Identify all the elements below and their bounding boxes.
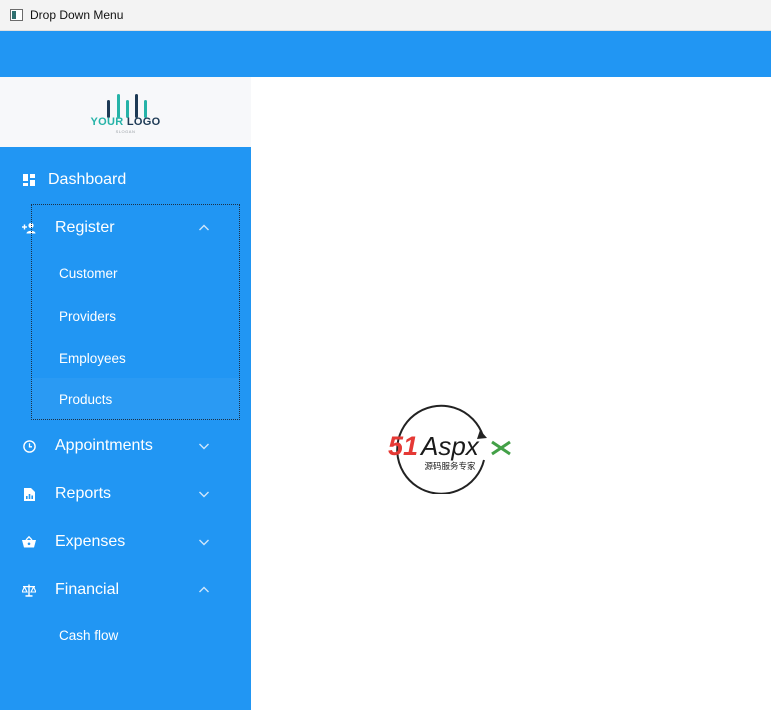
balance-icon [22, 583, 36, 597]
watermark-logo: 51 Aspx 源码服务专家 [388, 404, 511, 494]
basket-icon [22, 535, 36, 549]
logo-word-logo: LOGO [126, 116, 161, 128]
chevron-down-icon [199, 443, 209, 450]
sub-item-customer[interactable]: Customer [31, 252, 240, 294]
watermark-brand-text: Aspx [419, 431, 480, 461]
sub-item-employees[interactable]: Employees [31, 337, 240, 379]
chevron-down-icon [199, 491, 209, 498]
sidebar-item-financial[interactable]: Financial [0, 566, 251, 614]
sidebar-item-expenses[interactable]: Expenses [0, 518, 251, 566]
dashboard-icon [22, 173, 36, 187]
logo-text: YOUR LOGO [0, 116, 251, 128]
sub-item-products[interactable]: Products [31, 378, 240, 420]
sidebar-item-appointments[interactable]: Appointments [0, 422, 251, 470]
sub-item-label: Customer [59, 265, 118, 281]
chevron-up-icon [199, 586, 209, 593]
clock-icon [22, 439, 36, 453]
main-content: 51 Aspx 源码服务专家 [251, 77, 771, 710]
chevron-up-icon [199, 224, 209, 231]
sub-item-label: Providers [59, 308, 117, 324]
sub-item-providers[interactable]: Providers [31, 295, 240, 337]
sidebar: YOUR LOGO SLOGAN Dashboard Register Cust… [0, 77, 251, 710]
sidebar-item-reports[interactable]: Reports [0, 470, 251, 518]
logo-word-your: YOUR [90, 116, 124, 128]
sidebar-item-label: Expenses [55, 533, 126, 550]
top-bar [0, 31, 771, 77]
sub-item-label: Cash flow [59, 627, 119, 643]
chevron-down-icon [199, 539, 209, 546]
sidebar-item-label: Reports [55, 485, 112, 502]
watermark-tagline: 源码服务专家 [424, 461, 476, 472]
sidebar-item-label: Appointments [55, 437, 153, 454]
sub-item-label: Employees [59, 350, 126, 366]
sidebar-item-label: Register [55, 219, 115, 236]
sidebar-item-register[interactable]: Register [0, 204, 251, 252]
window-app-icon [10, 9, 23, 21]
sub-item-label: Products [59, 391, 113, 407]
sidebar-item-dashboard[interactable]: Dashboard [0, 156, 251, 204]
logo-mark-icon [107, 90, 147, 118]
logo-slogan: SLOGAN [115, 129, 136, 134]
logo-area: YOUR LOGO SLOGAN [0, 77, 251, 147]
window-titlebar: Drop Down Menu [0, 0, 771, 31]
sidebar-item-label: Dashboard [48, 171, 127, 188]
window-title: Drop Down Menu [30, 8, 124, 22]
sidebar-item-label: Financial [55, 581, 120, 598]
add-user-icon [22, 221, 36, 235]
watermark-brand-number: 51 [388, 431, 418, 461]
report-icon [22, 487, 36, 501]
sub-item-cash-flow[interactable]: Cash flow [31, 614, 240, 656]
